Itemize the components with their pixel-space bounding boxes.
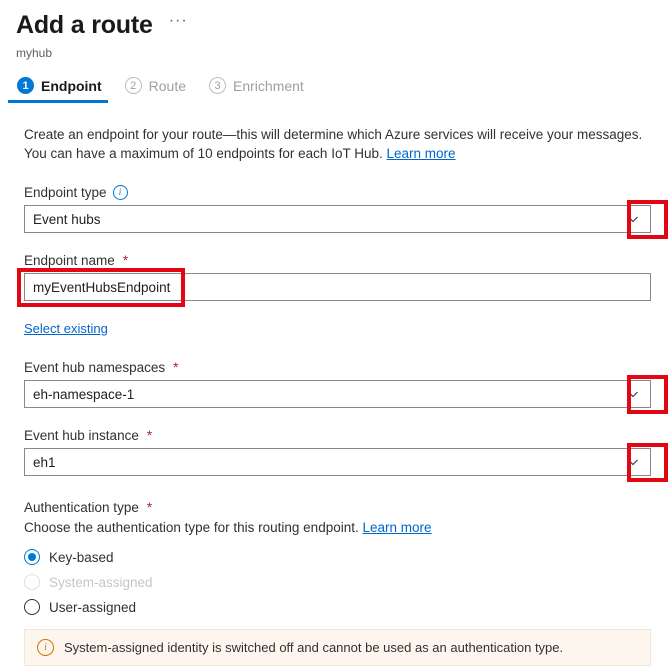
more-options-icon[interactable]: ··· [167, 16, 190, 34]
endpoint-name-label-text: Endpoint name [24, 253, 115, 268]
radio-key-based-indicator[interactable] [24, 549, 40, 565]
info-icon: i [37, 639, 54, 656]
intro-text: Create an endpoint for your route—this w… [24, 125, 654, 163]
chevron-down-icon[interactable] [626, 387, 640, 401]
radio-system-assigned-label: System-assigned [49, 575, 153, 590]
page-subtitle: myhub [16, 45, 670, 61]
chevron-down-icon[interactable] [626, 455, 640, 469]
endpoint-type-row: Event hubs * [24, 205, 654, 233]
endpoint-name-input[interactable]: myEventHubsEndpoint [24, 273, 651, 301]
radio-key-based[interactable]: Key-based [24, 549, 654, 565]
tab-enrichment[interactable]: 3 Enrichment [200, 75, 318, 103]
endpoint-name-row: myEventHubsEndpoint [24, 273, 654, 301]
endpoint-name-label: Endpoint name * [24, 253, 654, 268]
radio-system-assigned-indicator [24, 574, 40, 590]
namespace-value: eh-namespace-1 [33, 387, 626, 402]
title-row: Add a route ··· [16, 10, 670, 40]
endpoint-type-select[interactable]: Event hubs [24, 205, 651, 233]
namespace-label-text: Event hub namespaces [24, 360, 165, 375]
endpoint-name-required-star: * [123, 253, 128, 268]
endpoint-type-label-text: Endpoint type [24, 185, 107, 200]
info-icon[interactable]: i [113, 185, 128, 200]
step-badge-1: 1 [17, 77, 34, 94]
select-existing-link[interactable]: Select existing [24, 321, 108, 336]
instance-value: eh1 [33, 455, 626, 470]
chevron-down-icon[interactable] [626, 212, 640, 226]
instance-row: eh1 [24, 448, 654, 476]
page-header: Add a route ··· myhub [0, 0, 670, 61]
instance-required-star: * [147, 428, 152, 443]
instance-label: Event hub instance * [24, 428, 654, 443]
endpoint-name-value: myEventHubsEndpoint [33, 280, 642, 295]
auth-type-label: Authentication type * [24, 500, 654, 515]
namespace-required-star: * [173, 360, 178, 375]
auth-description-text: Choose the authentication type for this … [24, 520, 359, 535]
auth-type-label-text: Authentication type [24, 500, 139, 515]
radio-user-assigned-indicator[interactable] [24, 599, 40, 615]
auth-learn-more-link[interactable]: Learn more [363, 520, 432, 535]
radio-user-assigned[interactable]: User-assigned [24, 599, 654, 615]
tab-endpoint[interactable]: 1 Endpoint [8, 75, 116, 103]
intro-paragraph: Create an endpoint for your route—this w… [24, 127, 642, 161]
endpoint-type-label: Endpoint type i [24, 185, 654, 200]
step-badge-2: 2 [125, 77, 142, 94]
info-banner-text: System-assigned identity is switched off… [64, 640, 563, 655]
step-badge-3: 3 [209, 77, 226, 94]
radio-user-assigned-label: User-assigned [49, 600, 136, 615]
info-banner: i System-assigned identity is switched o… [24, 629, 651, 666]
auth-description: Choose the authentication type for this … [24, 520, 654, 535]
intro-learn-more-link[interactable]: Learn more [387, 146, 456, 161]
endpoint-type-value: Event hubs [33, 212, 626, 227]
radio-system-assigned: System-assigned [24, 574, 654, 590]
wizard-steps: 1 Endpoint 2 Route 3 Enrichment [8, 75, 670, 103]
auth-type-required-star: * [147, 500, 152, 515]
radio-key-based-label: Key-based [49, 550, 114, 565]
tab-route[interactable]: 2 Route [116, 75, 200, 103]
form-body: Create an endpoint for your route—this w… [0, 103, 670, 666]
tab-route-label: Route [149, 78, 186, 94]
tab-enrichment-label: Enrichment [233, 78, 304, 94]
namespace-select[interactable]: eh-namespace-1 [24, 380, 651, 408]
page-title: Add a route [16, 10, 153, 40]
instance-label-text: Event hub instance [24, 428, 139, 443]
tab-endpoint-label: Endpoint [41, 78, 102, 94]
instance-select[interactable]: eh1 [24, 448, 651, 476]
namespace-label: Event hub namespaces * [24, 360, 654, 375]
namespace-row: eh-namespace-1 [24, 380, 654, 408]
